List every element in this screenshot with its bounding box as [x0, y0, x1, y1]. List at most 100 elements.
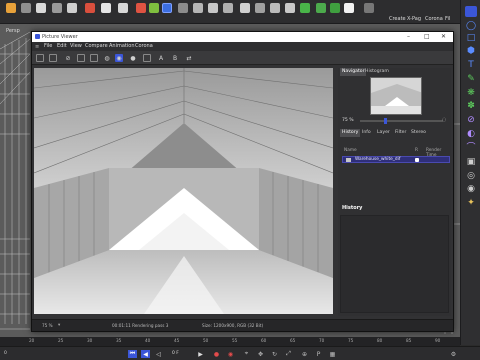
corona-render-icon[interactable]: [300, 3, 310, 13]
axis-z-icon[interactable]: [162, 3, 172, 13]
snapshot-icon[interactable]: [77, 54, 85, 62]
bulb-icon[interactable]: ✦: [465, 198, 477, 209]
deformer-icon[interactable]: ⊘: [465, 115, 477, 126]
navigator-zoom-value[interactable]: 75 %: [342, 118, 354, 123]
cube-view-icon[interactable]: [465, 6, 477, 17]
move-key-icon[interactable]: ✥: [256, 350, 265, 358]
camera-icon[interactable]: ▣: [465, 157, 477, 168]
point-level-icon[interactable]: ⊕: [300, 350, 309, 358]
render-settings-icon[interactable]: [223, 3, 233, 13]
scale-icon[interactable]: [118, 3, 128, 13]
square-icon[interactable]: □: [465, 33, 477, 44]
menu-animation[interactable]: Animation: [109, 43, 135, 49]
keyframe-icon[interactable]: ⌖: [242, 350, 251, 358]
hamburger-icon[interactable]: ≡: [35, 44, 39, 50]
field-icon[interactable]: ◐: [465, 129, 477, 140]
window-titlebar[interactable]: Picture Viewer – □ ✕: [32, 32, 453, 42]
record-icon[interactable]: ●: [212, 350, 221, 358]
undo-icon[interactable]: [6, 3, 16, 13]
close-icon[interactable]: ✕: [441, 33, 446, 40]
scale-key-icon[interactable]: ⤢: [284, 350, 293, 358]
menu-fil[interactable]: Fil: [445, 16, 450, 22]
grid-key-icon[interactable]: ▦: [328, 350, 337, 358]
maximize-icon[interactable]: □: [424, 33, 430, 40]
tab-histogram[interactable]: Histogram: [363, 68, 391, 76]
zoom-dropdown-icon[interactable]: ▾: [58, 323, 60, 328]
menu-create[interactable]: Create: [389, 16, 406, 22]
sphere-icon[interactable]: ◯: [465, 21, 477, 32]
subdivision-icon[interactable]: ✽: [465, 101, 477, 112]
sky-icon[interactable]: ◉: [465, 184, 477, 195]
compare-b-button[interactable]: B: [171, 54, 179, 62]
column-name[interactable]: Name: [344, 148, 357, 153]
render-icon[interactable]: ◍: [103, 54, 111, 62]
tab-history[interactable]: History: [340, 129, 361, 137]
lock-icon[interactable]: [285, 3, 295, 13]
render-image-area[interactable]: [34, 68, 333, 314]
stop-render-icon[interactable]: ⊘: [64, 54, 72, 62]
column-r[interactable]: R: [415, 148, 418, 153]
frame-start-field[interactable]: 0: [4, 351, 7, 356]
spline-pen-icon[interactable]: ✎: [465, 74, 477, 85]
corona-interactive-icon[interactable]: [330, 3, 340, 13]
redo-icon[interactable]: [21, 3, 31, 13]
tab-filter[interactable]: Filter: [393, 129, 408, 137]
layout-icon[interactable]: [364, 3, 374, 13]
menu-corona[interactable]: Corona: [425, 16, 443, 22]
param-key-icon[interactable]: P: [314, 350, 323, 358]
history-item-checkbox[interactable]: [415, 158, 419, 162]
snap-icon[interactable]: [240, 3, 250, 13]
region-icon[interactable]: [90, 54, 98, 62]
tab-info[interactable]: Info: [360, 129, 373, 137]
text-tool-icon[interactable]: T: [465, 60, 477, 71]
render-view-icon[interactable]: [193, 3, 203, 13]
workplane-icon[interactable]: [255, 3, 265, 13]
menu-edit[interactable]: Edit: [57, 43, 67, 49]
play-reverse-icon[interactable]: ◁: [154, 350, 163, 358]
autokey-icon[interactable]: ◉: [226, 350, 235, 358]
table-row[interactable]: Warehouse_white_dif: [342, 156, 450, 163]
ab-compare-icon[interactable]: [143, 54, 151, 62]
current-frame-field[interactable]: 0 F: [172, 351, 179, 356]
fit-view-icon[interactable]: ◌: [442, 117, 446, 123]
timeline-ruler[interactable]: 20 25 30 35 40 45 50 55 60 65 70 75 80 8…: [0, 337, 460, 346]
navigator-thumbnail[interactable]: [370, 77, 422, 115]
grid-icon[interactable]: [270, 3, 280, 13]
play-icon[interactable]: ▶: [196, 350, 205, 358]
menu-xpag[interactable]: X-Pag: [407, 16, 421, 22]
live-selection-icon[interactable]: [52, 3, 62, 13]
rotate-key-icon[interactable]: ↻: [270, 350, 279, 358]
viewport-name-label[interactable]: Persp: [6, 28, 20, 34]
timeline-settings-icon[interactable]: ⚙: [449, 350, 458, 358]
tab-stereo[interactable]: Stereo: [409, 129, 428, 137]
move-x-icon[interactable]: [85, 3, 95, 13]
axis-y-icon[interactable]: [149, 3, 159, 13]
pen-icon[interactable]: [101, 3, 111, 13]
tab-layer[interactable]: Layer: [375, 129, 392, 137]
corona-material-icon[interactable]: [344, 3, 354, 13]
generator-icon[interactable]: ❋: [465, 88, 477, 99]
bend-icon[interactable]: ⌒: [465, 143, 477, 154]
cube-icon[interactable]: ⬢: [465, 46, 477, 57]
go-to-start-icon[interactable]: ⏮: [128, 350, 137, 358]
coordinate-system-icon[interactable]: [178, 3, 188, 13]
menu-file[interactable]: File: [44, 43, 52, 49]
render-active-icon[interactable]: ◉: [115, 54, 123, 62]
status-zoom[interactable]: 75 %: [42, 323, 53, 328]
zoom-slider-handle[interactable]: [384, 118, 387, 124]
brush-icon[interactable]: [67, 3, 77, 13]
light-icon[interactable]: ◎: [465, 171, 477, 182]
menu-corona[interactable]: Corona: [135, 43, 153, 49]
menu-compare[interactable]: Compare: [85, 43, 108, 49]
channel-icon[interactable]: ●: [129, 54, 137, 62]
minimize-icon[interactable]: –: [407, 33, 410, 40]
navigator-zoom-slider[interactable]: [360, 118, 443, 124]
previous-key-icon[interactable]: ◀: [141, 350, 150, 358]
menu-view[interactable]: View: [70, 43, 82, 49]
compare-a-button[interactable]: A: [157, 54, 165, 62]
swap-icon[interactable]: ⇄: [185, 54, 193, 62]
render-picture-viewer-icon[interactable]: [208, 3, 218, 13]
axis-x-icon[interactable]: [136, 3, 146, 13]
corona-vfb-icon[interactable]: [316, 3, 326, 13]
open-icon[interactable]: [36, 54, 44, 62]
